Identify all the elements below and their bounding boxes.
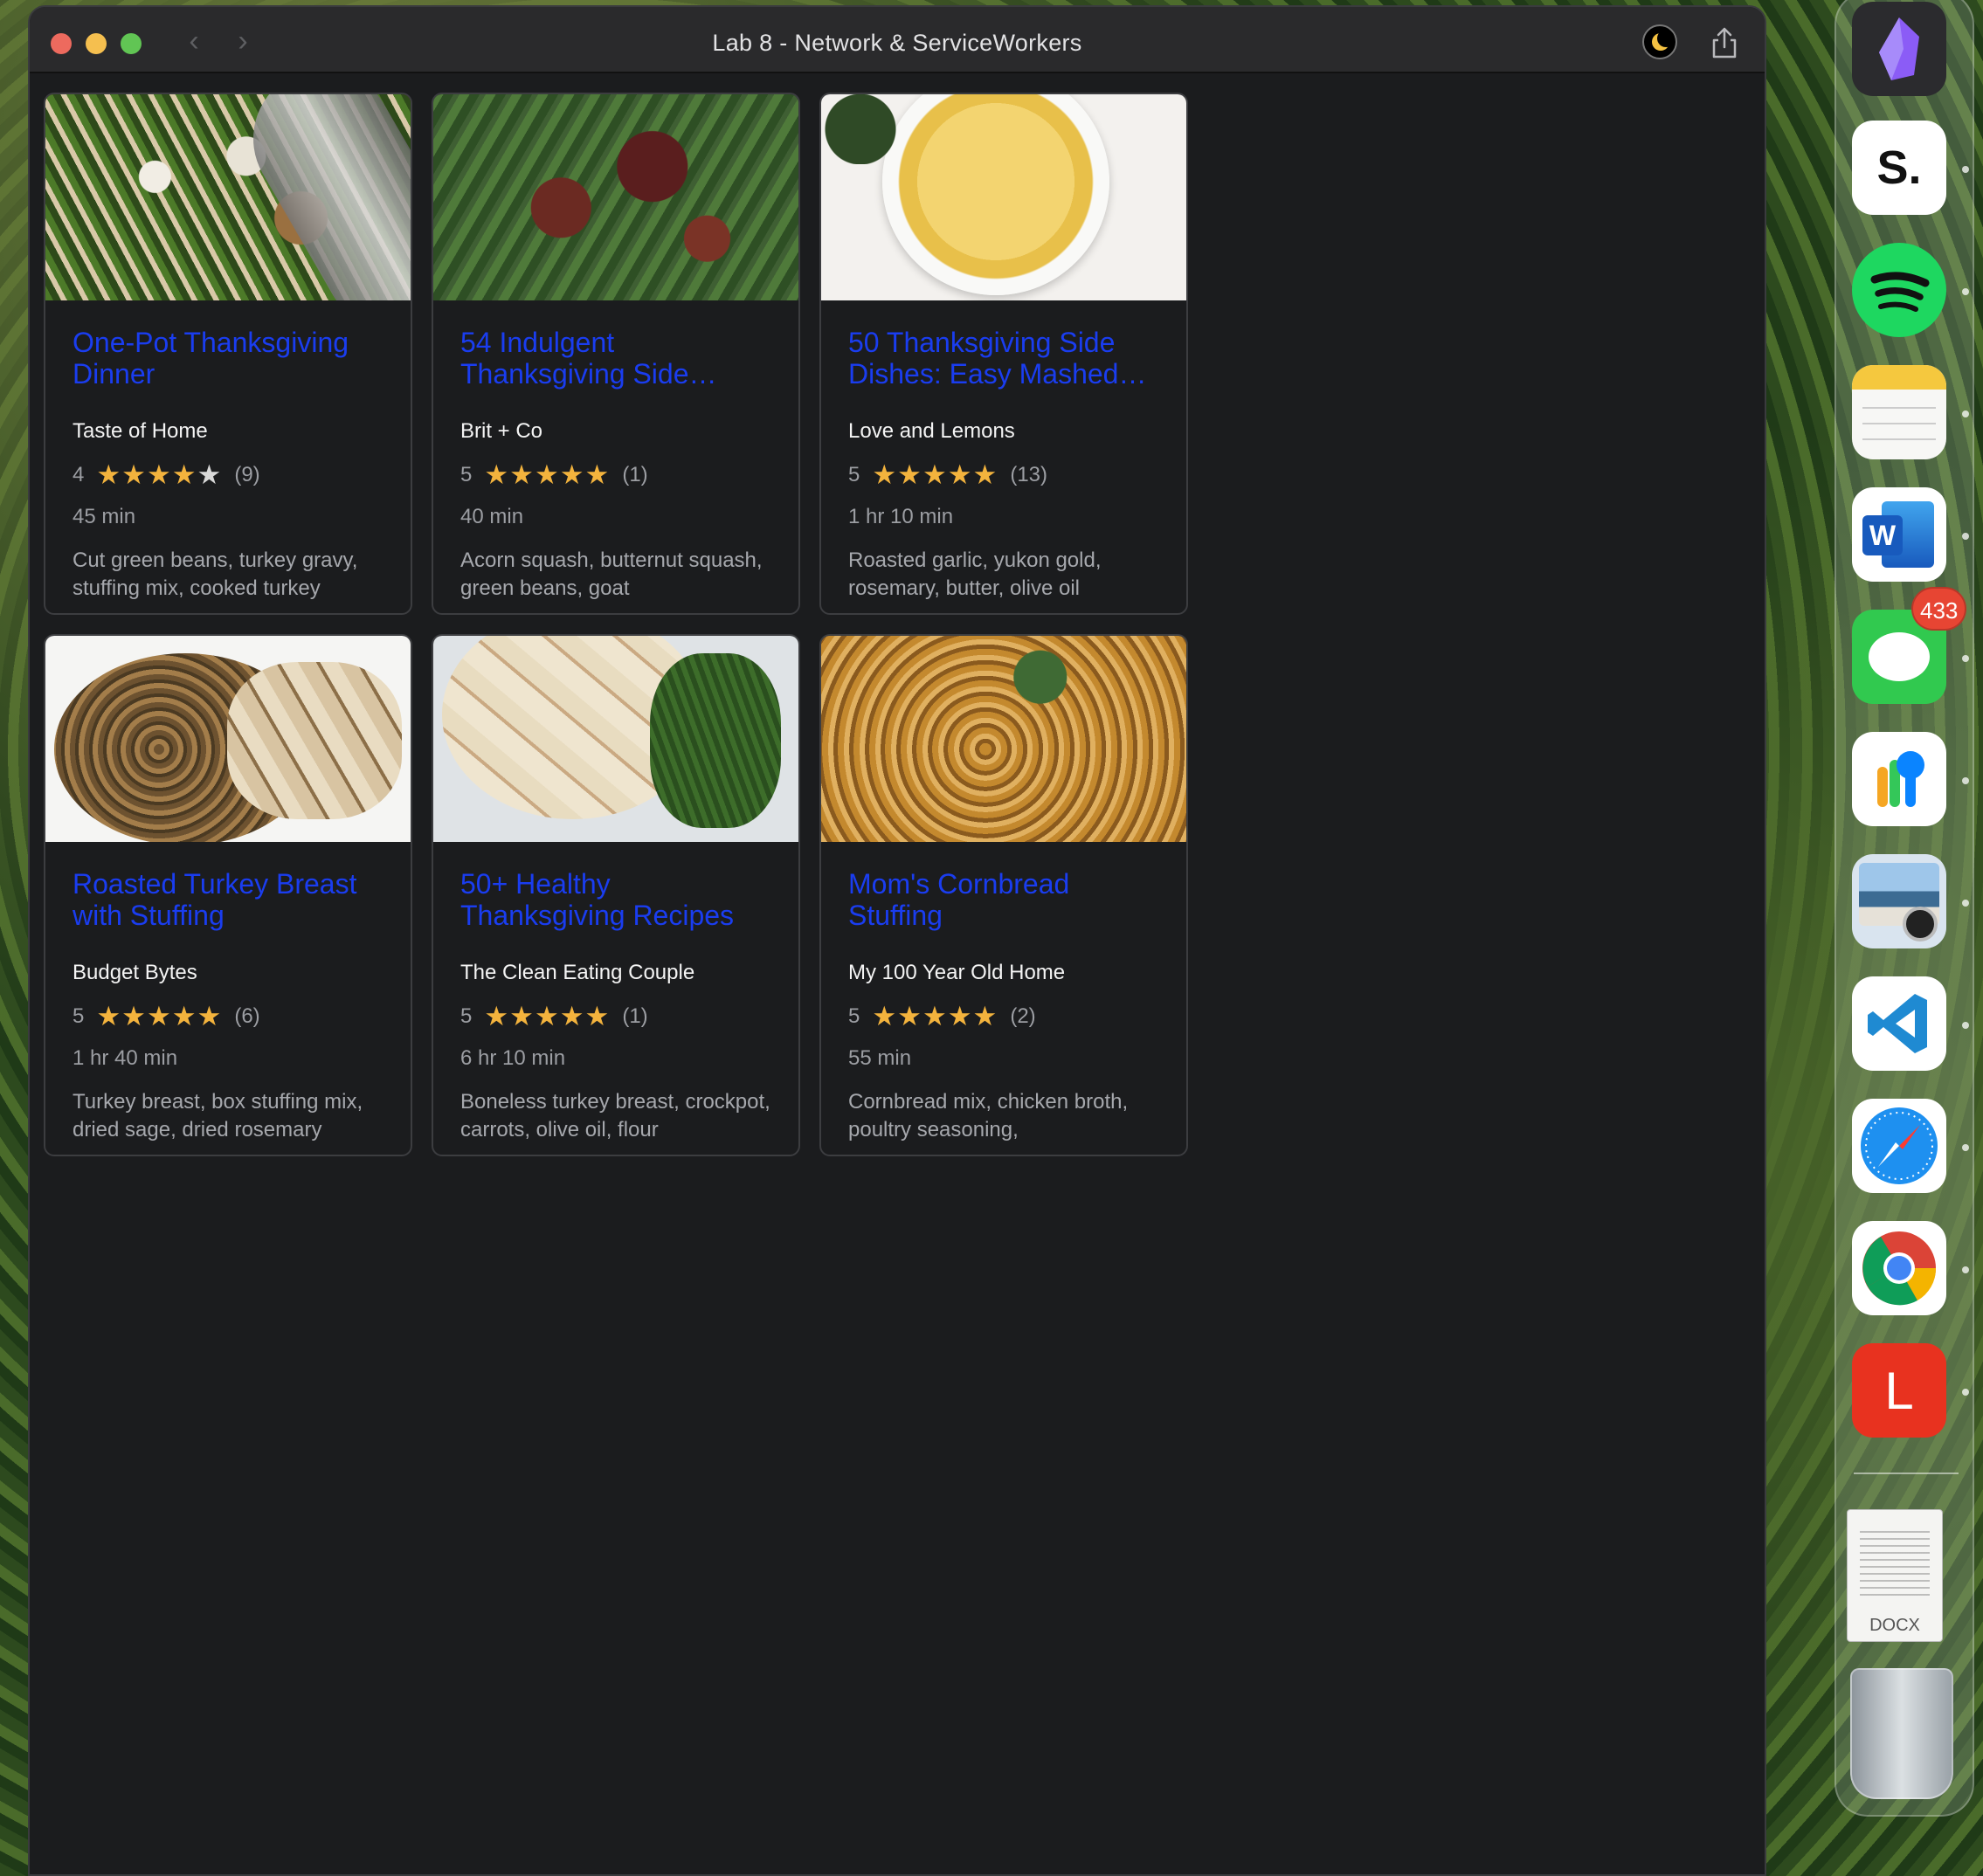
safari-icon[interactable] [1852,1099,1946,1193]
rating-value: 5 [73,1004,85,1028]
rating-row: 5 ★★★★★ (1) [460,1001,772,1031]
dark-mode-toggle-icon[interactable] [1642,24,1677,59]
cook-time: 55 min [848,1046,912,1070]
rating-value: 5 [460,1004,473,1028]
messages-badge: 433 [1911,587,1967,631]
dock: S. W 433 L DOCX [1834,0,1974,1817]
recipe-title-link[interactable]: 54 Indulgent Thanksgiving Side… [460,327,772,390]
recipe-card[interactable]: 50 Thanksgiving Side Dishes: Easy Mashed… [819,93,1188,615]
recipe-image[interactable] [45,636,411,842]
vscode-icon[interactable] [1852,976,1946,1071]
ingredients: Cornbread mix, chicken broth, poultry se… [848,1090,1129,1141]
cook-time: 1 hr 10 min [848,505,954,528]
rating-count: (1) [622,1004,648,1028]
cook-time: 40 min [460,505,524,528]
rating-value: 5 [848,463,860,486]
rating-row: 5 ★★★★★ (13) [848,459,1160,490]
cook-time: 6 hr 10 min [460,1046,566,1070]
rating-value: 5 [848,1004,860,1028]
rating-count: (13) [1010,463,1048,486]
rating-row: 4 ★★★★★ (9) [73,459,384,490]
ingredients: Roasted garlic, yukon gold, rosemary, bu… [848,548,1102,600]
spotify-icon[interactable] [1852,243,1946,337]
passwords-icon[interactable] [1852,732,1946,826]
recipe-title-link[interactable]: 50 Thanksgiving Side Dishes: Easy Mashed… [848,327,1160,390]
rating-value: 5 [460,463,473,486]
recipe-grid: One-Pot Thanksgiving Dinner Taste of Hom… [44,93,1188,1156]
recipe-source: Love and Lemons [848,419,1015,443]
recipe-source: Brit + Co [460,419,543,443]
recipe-source: Budget Bytes [73,961,197,984]
recipe-title-link[interactable]: Mom's Cornbread Stuffing [848,868,1160,931]
word-icon[interactable]: W [1852,487,1946,582]
recipe-source: The Clean Eating Couple [460,961,695,984]
recipe-card[interactable]: One-Pot Thanksgiving Dinner Taste of Hom… [44,93,412,615]
ingredients: Turkey breast, box stuffing mix, dried s… [73,1090,363,1141]
preview-icon[interactable] [1852,854,1946,948]
recipe-card[interactable]: Roasted Turkey Breast with Stuffing Budg… [44,634,412,1156]
star-rating-icon: ★★★★★ [484,1001,611,1031]
rating-count: (6) [234,1004,260,1028]
chrome-icon[interactable] [1852,1221,1946,1315]
recipe-source: My 100 Year Old Home [848,961,1066,984]
rating-count: (9) [234,463,260,486]
obsidian-icon[interactable] [1852,2,1946,96]
recipe-image[interactable] [821,636,1186,842]
star-rating-icon: ★★★★★ [96,1001,223,1031]
star-rating-icon: ★★★★★ [872,1001,998,1031]
notes-icon[interactable] [1852,365,1946,459]
star-rating-icon: ★★★★★ [96,459,223,490]
dock-separator [1854,1473,1959,1474]
rating-row: 5 ★★★★★ (2) [848,1001,1160,1031]
rating-row: 5 ★★★★★ (6) [73,1001,384,1031]
l-app-icon[interactable]: L [1852,1343,1946,1438]
star-rating-icon: ★★★★★ [872,459,998,490]
recipe-source: Taste of Home [73,419,208,443]
star-rating-icon: ★★★★★ [484,459,611,490]
recipe-card[interactable]: 54 Indulgent Thanksgiving Side… Brit + C… [432,93,800,615]
recipe-image[interactable] [433,636,798,842]
ingredients: Acorn squash, butternut squash, green be… [460,548,763,600]
s-app-icon[interactable]: S. [1852,121,1946,215]
rating-count: (1) [622,463,648,486]
trash-icon[interactable] [1850,1668,1953,1799]
page-content: One-Pot Thanksgiving Dinner Taste of Hom… [30,75,1765,1874]
recipe-card[interactable]: 50+ Healthy Thanksgiving Recipes The Cle… [432,634,800,1156]
recipe-title-link[interactable]: One-Pot Thanksgiving Dinner [73,327,384,390]
recipe-image[interactable] [45,94,411,300]
cook-time: 45 min [73,505,136,528]
window-title: Lab 8 - Network & ServiceWorkers [712,30,1082,56]
recipe-card[interactable]: Mom's Cornbread Stuffing My 100 Year Old… [819,634,1188,1156]
recipe-title-link[interactable]: Roasted Turkey Breast with Stuffing [73,868,384,931]
title-bar: ‹ › Lab 8 - Network & ServiceWorkers [30,7,1765,73]
ingredients: Cut green beans, turkey gravy, stuffing … [73,548,358,600]
recipe-image[interactable] [821,94,1186,300]
rating-row: 5 ★★★★★ (1) [460,459,772,490]
share-icon[interactable] [1709,26,1740,59]
cook-time: 1 hr 40 min [73,1046,178,1070]
rating-value: 4 [73,463,85,486]
recipe-title-link[interactable]: 50+ Healthy Thanksgiving Recipes [460,868,772,931]
recipe-image[interactable] [433,94,798,300]
browser-window: ‹ › Lab 8 - Network & ServiceWorkers One… [28,5,1766,1876]
docx-file-icon[interactable]: DOCX [1847,1509,1943,1642]
ingredients: Boneless turkey breast, crockpot, carrot… [460,1090,770,1141]
rating-count: (2) [1010,1004,1036,1028]
